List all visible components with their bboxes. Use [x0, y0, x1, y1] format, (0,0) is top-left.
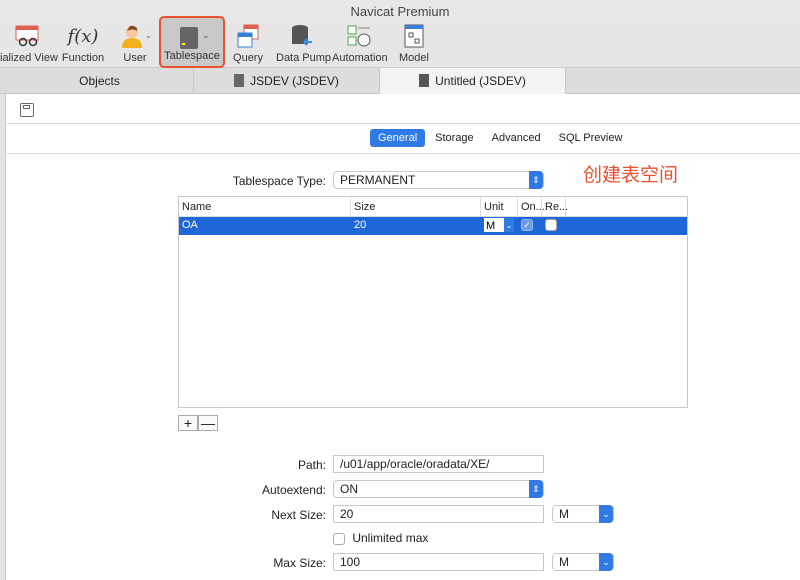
- data-pump-icon: [276, 22, 328, 50]
- tab-bar: Objects JSDEV (JSDEV) Untitled (JSDEV): [0, 68, 800, 94]
- datafile-grid: Name Size Unit On... Re... OA 20 M ⌄ ✓: [178, 196, 688, 408]
- chevron-down-icon: ⌄: [599, 553, 613, 571]
- max-size-unit-select[interactable]: M ⌄: [552, 553, 614, 571]
- subtab-sql-preview[interactable]: SQL Preview: [551, 129, 631, 147]
- divider: [7, 123, 800, 124]
- chevron-updown-icon: ⇕: [529, 480, 543, 498]
- automation-icon: [332, 22, 386, 50]
- annotation-text: 创建表空间: [583, 165, 679, 186]
- column-header-size[interactable]: Size: [351, 197, 481, 216]
- chevron-updown-icon: ⇕: [529, 171, 543, 189]
- autoextend-label: Autoextend:: [261, 483, 326, 497]
- column-header-unit[interactable]: Unit: [481, 197, 518, 216]
- cell-online-checkbox[interactable]: ✓: [518, 217, 542, 235]
- autoextend-select[interactable]: ON ⇕: [333, 480, 544, 498]
- tab-objects[interactable]: Objects: [6, 68, 194, 94]
- grid-header: Name Size Unit On... Re...: [179, 197, 687, 217]
- cell-name[interactable]: OA: [179, 217, 351, 235]
- left-panel-edge: [0, 94, 6, 580]
- column-header-name[interactable]: Name: [179, 197, 351, 216]
- model-icon: [396, 22, 432, 50]
- toolbar-data-pump[interactable]: Data Pump: [276, 22, 331, 68]
- cell-unit[interactable]: M ⌄: [481, 217, 518, 235]
- database-icon: [234, 74, 245, 87]
- next-size-label: Next Size:: [271, 508, 326, 522]
- column-header-online[interactable]: On...: [518, 197, 545, 216]
- subtab-general[interactable]: General: [370, 129, 426, 147]
- user-icon: ⌄: [114, 22, 156, 50]
- toolbar-function[interactable]: f(x) Function: [60, 22, 106, 68]
- subtab-storage[interactable]: Storage: [427, 129, 482, 147]
- max-size-label: Max Size:: [273, 556, 326, 570]
- column-header-reuse[interactable]: Re...: [542, 197, 568, 216]
- svg-text:⌄: ⌄: [202, 30, 210, 40]
- next-size-input[interactable]: 20: [333, 505, 544, 523]
- toolbar-user[interactable]: ⌄ User: [114, 22, 156, 68]
- save-button[interactable]: [20, 103, 34, 117]
- toolbar-query[interactable]: Query: [230, 22, 266, 68]
- toolbar: ialized View f(x) Function ⌄ User ⌄ Tabl…: [0, 16, 800, 68]
- save-icon: [23, 105, 30, 109]
- subtab-advanced[interactable]: Advanced: [484, 129, 549, 147]
- query-icon: [230, 22, 266, 50]
- toolbar-automation[interactable]: Automation: [332, 22, 388, 68]
- toolbar-model[interactable]: Model: [396, 22, 432, 68]
- unlimited-max-checkbox[interactable]: Unlimited max: [333, 531, 428, 545]
- tablespace-type-select[interactable]: PERMANENT ⇕: [333, 171, 544, 189]
- remove-row-button[interactable]: —: [198, 415, 218, 431]
- chevron-down-icon: ⌄: [599, 505, 613, 523]
- tablespace-type-label: Tablespace Type:: [232, 174, 326, 188]
- cell-size[interactable]: 20: [351, 217, 481, 235]
- subtab-bar: General Storage Advanced SQL Preview: [370, 129, 630, 147]
- tab-jsdev[interactable]: JSDEV (JSDEV): [194, 68, 380, 94]
- path-input[interactable]: /u01/app/oracle/oradata/XE/: [333, 455, 544, 473]
- tab-untitled[interactable]: Untitled (JSDEV): [380, 68, 566, 94]
- window-title: Navicat Premium: [0, 0, 800, 22]
- add-row-button[interactable]: +: [178, 415, 198, 431]
- tablespace-icon: ⌄: [161, 24, 223, 52]
- svg-text:⌄: ⌄: [145, 31, 150, 40]
- cell-reuse-checkbox[interactable]: [542, 217, 566, 235]
- path-label: Path:: [297, 458, 326, 472]
- next-size-unit-select[interactable]: M ⌄: [552, 505, 614, 523]
- table-row[interactable]: OA 20 M ⌄ ✓: [179, 217, 687, 235]
- toolbar-materialized-view[interactable]: ialized View: [0, 22, 58, 68]
- tablespace-icon: [419, 74, 430, 87]
- chevron-down-icon: ⌄: [504, 218, 514, 232]
- toolbar-tablespace[interactable]: ⌄ Tablespace: [159, 16, 225, 68]
- materialized-view-icon: [0, 22, 56, 50]
- divider: [7, 153, 800, 154]
- function-icon: f(x): [67, 25, 99, 47]
- max-size-input[interactable]: 100: [333, 553, 544, 571]
